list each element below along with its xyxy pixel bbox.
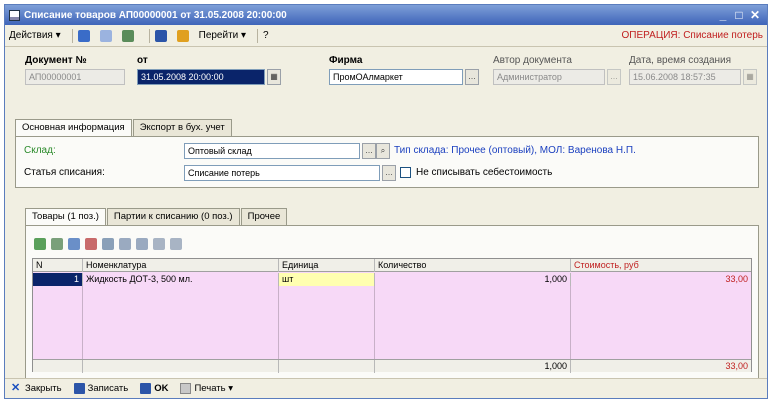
save-label: Записать (87, 383, 129, 394)
ok-label: OK (154, 383, 169, 394)
author-field[interactable]: Администратор (493, 69, 605, 85)
ok-icon (140, 383, 152, 394)
tab-batches[interactable]: Партии к списанию (0 поз.) (106, 208, 240, 226)
save-button[interactable]: Записать (73, 383, 129, 394)
move-down-icon[interactable] (136, 238, 148, 250)
close-window-button[interactable]: ✕ (747, 8, 763, 22)
author-label: Автор документа (493, 55, 572, 66)
table-header: N Номенклатура Единица Количество Стоимо… (33, 259, 751, 272)
add-row-icon[interactable] (34, 238, 46, 250)
toolbar: Действия ▾ Перейти ▾ ? ОПЕРАЦИЯ: Списани… (5, 25, 767, 47)
document-window: Списание товаров АП00000001 от 31.05.200… (4, 4, 768, 399)
table-footer: 1,000 33,00 (33, 359, 751, 373)
created-field[interactable]: 15.06.2008 18:57:35 (629, 69, 741, 85)
table-toolbar (34, 238, 187, 250)
title-bar[interactable]: Списание товаров АП00000001 от 31.05.200… (5, 5, 767, 25)
col-unit[interactable]: Единица (279, 259, 375, 272)
goods-table: N Номенклатура Единица Количество Стоимо… (32, 258, 752, 373)
tool-movements-button[interactable] (154, 29, 171, 42)
cell-item[interactable]: Жидкость ДОТ-3, 500 мл. (83, 273, 279, 286)
writeoff-field[interactable]: Списание потерь (184, 165, 380, 181)
help-button[interactable]: ? (263, 30, 269, 41)
close-button[interactable]: ✕ Закрыть (11, 382, 62, 395)
tab-other[interactable]: Прочее (240, 208, 288, 226)
tab-main-info[interactable]: Основная информация (15, 119, 132, 137)
total-cost: 33,00 (725, 361, 748, 371)
print-menu[interactable]: Печать ▾ (180, 383, 233, 394)
toolbar-separator (148, 28, 150, 43)
goods-panel: N Номенклатура Единица Количество Стоимо… (25, 225, 759, 379)
col-cost[interactable]: Стоимость, руб (571, 259, 751, 272)
tool-unpost-button[interactable] (99, 29, 116, 42)
sort-desc-icon[interactable] (170, 238, 182, 250)
ok-button[interactable]: OK (140, 383, 168, 394)
copy-row-icon[interactable] (51, 238, 63, 250)
cell-n[interactable]: 1 (33, 273, 83, 286)
total-qty: 1,000 (375, 360, 571, 373)
cell-unit[interactable]: шт (279, 273, 375, 286)
tab-export[interactable]: Экспорт в бух. учет (132, 119, 232, 137)
goto-menu[interactable]: Перейти ▾ (199, 30, 246, 41)
author-select-button[interactable]: … (607, 69, 621, 85)
warehouse-field[interactable]: Оптовый склад (184, 143, 360, 159)
warehouse-select-button[interactable]: … (362, 143, 376, 159)
no-cost-label: Не списывать себестоимость (416, 167, 553, 178)
minimize-button[interactable]: _ (715, 8, 731, 22)
tool-post-button[interactable] (77, 29, 94, 42)
created-calendar-icon[interactable]: ▦ (743, 69, 757, 85)
print-icon (180, 383, 192, 394)
structure-icon (121, 29, 134, 42)
sort-asc-icon[interactable] (153, 238, 165, 250)
warehouse-info-link[interactable]: Тип склада: Прочее (оптовый), МОЛ: Варен… (394, 145, 636, 156)
actions-menu[interactable]: Действия ▾ (9, 30, 61, 41)
col-item[interactable]: Номенклатура (83, 259, 279, 272)
report-icon (176, 29, 189, 42)
firm-field[interactable]: ПромОАлмаркет (329, 69, 463, 85)
firm-label: Фирма (329, 55, 363, 66)
firm-select-button[interactable]: … (465, 69, 479, 85)
toolbar-separator (71, 28, 73, 43)
col-qty[interactable]: Количество (375, 259, 571, 272)
warehouse-open-icon[interactable]: ⌕ (376, 143, 390, 159)
operation-label[interactable]: ОПЕРАЦИЯ: Списание потерь (622, 30, 763, 41)
doc-number-field[interactable]: АП00000001 (25, 69, 125, 85)
cell-cost[interactable]: 33,00 (571, 273, 751, 286)
save-icon (73, 383, 85, 394)
print-label: Печать ▾ (194, 383, 233, 394)
tool-structure-button[interactable] (121, 29, 138, 42)
cell-qty[interactable]: 1,000 (375, 273, 571, 286)
calendar-icon[interactable]: ▦ (267, 69, 281, 85)
document-header: Документ № АП00000001 от 31.05.2008 20:0… (15, 53, 759, 117)
doc-number-label: Документ № (25, 55, 87, 66)
table-row[interactable]: 1 Жидкость ДОТ-3, 500 мл. шт 1,000 33,00 (33, 273, 751, 286)
unpost-icon (99, 29, 112, 42)
tab-goods[interactable]: Товары (1 поз.) (25, 208, 106, 226)
maximize-button[interactable]: □ (731, 8, 747, 22)
bottom-bar: ✕ Закрыть Записать OK Печать ▾ (5, 378, 767, 398)
main-info-panel: Склад: Оптовый склад … ⌕ Тип склада: Про… (15, 136, 759, 188)
date-field[interactable]: 31.05.2008 20:00:00 (137, 69, 265, 85)
post-icon (77, 29, 90, 42)
writeoff-select-button[interactable]: … (382, 165, 396, 181)
warehouse-label: Склад: (24, 145, 56, 156)
col-n[interactable]: N (33, 259, 83, 272)
created-label: Дата, время создания (629, 55, 732, 66)
document-icon (9, 9, 20, 21)
movements-icon (154, 29, 167, 42)
toolbar-separator (257, 28, 259, 43)
top-tabs: Основная информация Экспорт в бух. учет (15, 119, 759, 137)
edit-row-icon[interactable] (68, 238, 80, 250)
date-label: от (137, 55, 148, 66)
window-title: Списание товаров АП00000001 от 31.05.200… (24, 9, 287, 21)
move-up-icon[interactable] (119, 238, 131, 250)
close-icon: ✕ (11, 382, 21, 394)
delete-row-icon[interactable] (85, 238, 97, 250)
writeoff-label: Статья списания: (24, 167, 105, 178)
end-edit-icon[interactable] (102, 238, 114, 250)
close-label: Закрыть (25, 383, 62, 394)
no-cost-checkbox[interactable] (400, 167, 411, 178)
bottom-tabs: Товары (1 поз.) Партии к списанию (0 поз… (25, 208, 288, 226)
tool-report-button[interactable] (176, 29, 193, 42)
